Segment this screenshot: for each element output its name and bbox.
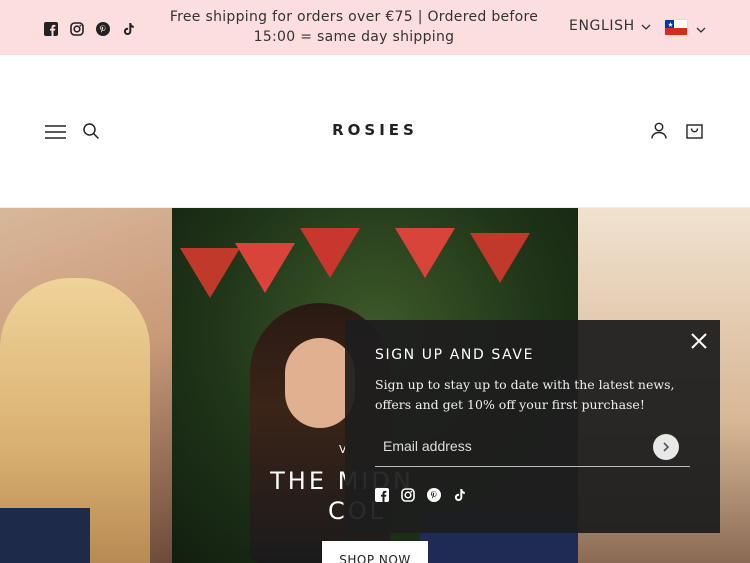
pinterest-icon[interactable] [96,21,110,36]
popup-social-links [375,487,467,502]
popup-description: Sign up to stay up to date with the late… [375,377,675,412]
shop-now-button[interactable]: SHOP NOW [322,541,428,563]
tiktok-icon[interactable] [122,21,136,35]
email-field [375,430,690,467]
language-selector[interactable]: ENGLISH [569,18,651,34]
email-input[interactable] [375,430,645,462]
newsletter-popup: SIGN UP AND SAVE Sign up to stay up to d… [345,320,720,533]
chevron-right-icon [663,442,670,452]
chile-flag-icon [664,19,688,36]
announcement-bar: Free shipping for orders over €75 | Orde… [0,0,750,55]
tiktok-icon[interactable] [453,487,467,501]
language-label: ENGLISH [569,18,635,34]
chevron-down-icon [696,18,706,37]
account-icon[interactable] [651,122,667,143]
social-links [44,21,136,36]
site-header: ROSIES [0,55,750,208]
cart-icon[interactable] [686,122,703,143]
pinterest-icon[interactable] [427,487,441,502]
country-selector[interactable] [664,18,706,37]
instagram-icon[interactable] [70,21,84,36]
popup-title: SIGN UP AND SAVE [375,347,535,363]
instagram-icon[interactable] [401,487,415,502]
announcement-text: Free shipping for orders over €75 | Orde… [169,9,539,45]
site-logo[interactable]: ROSIES [0,121,750,139]
close-icon[interactable] [690,332,708,350]
hero-dress-left [0,508,90,563]
submit-button[interactable] [653,434,679,460]
chevron-down-icon [641,18,651,34]
facebook-icon[interactable] [44,21,58,36]
facebook-icon[interactable] [375,487,389,502]
